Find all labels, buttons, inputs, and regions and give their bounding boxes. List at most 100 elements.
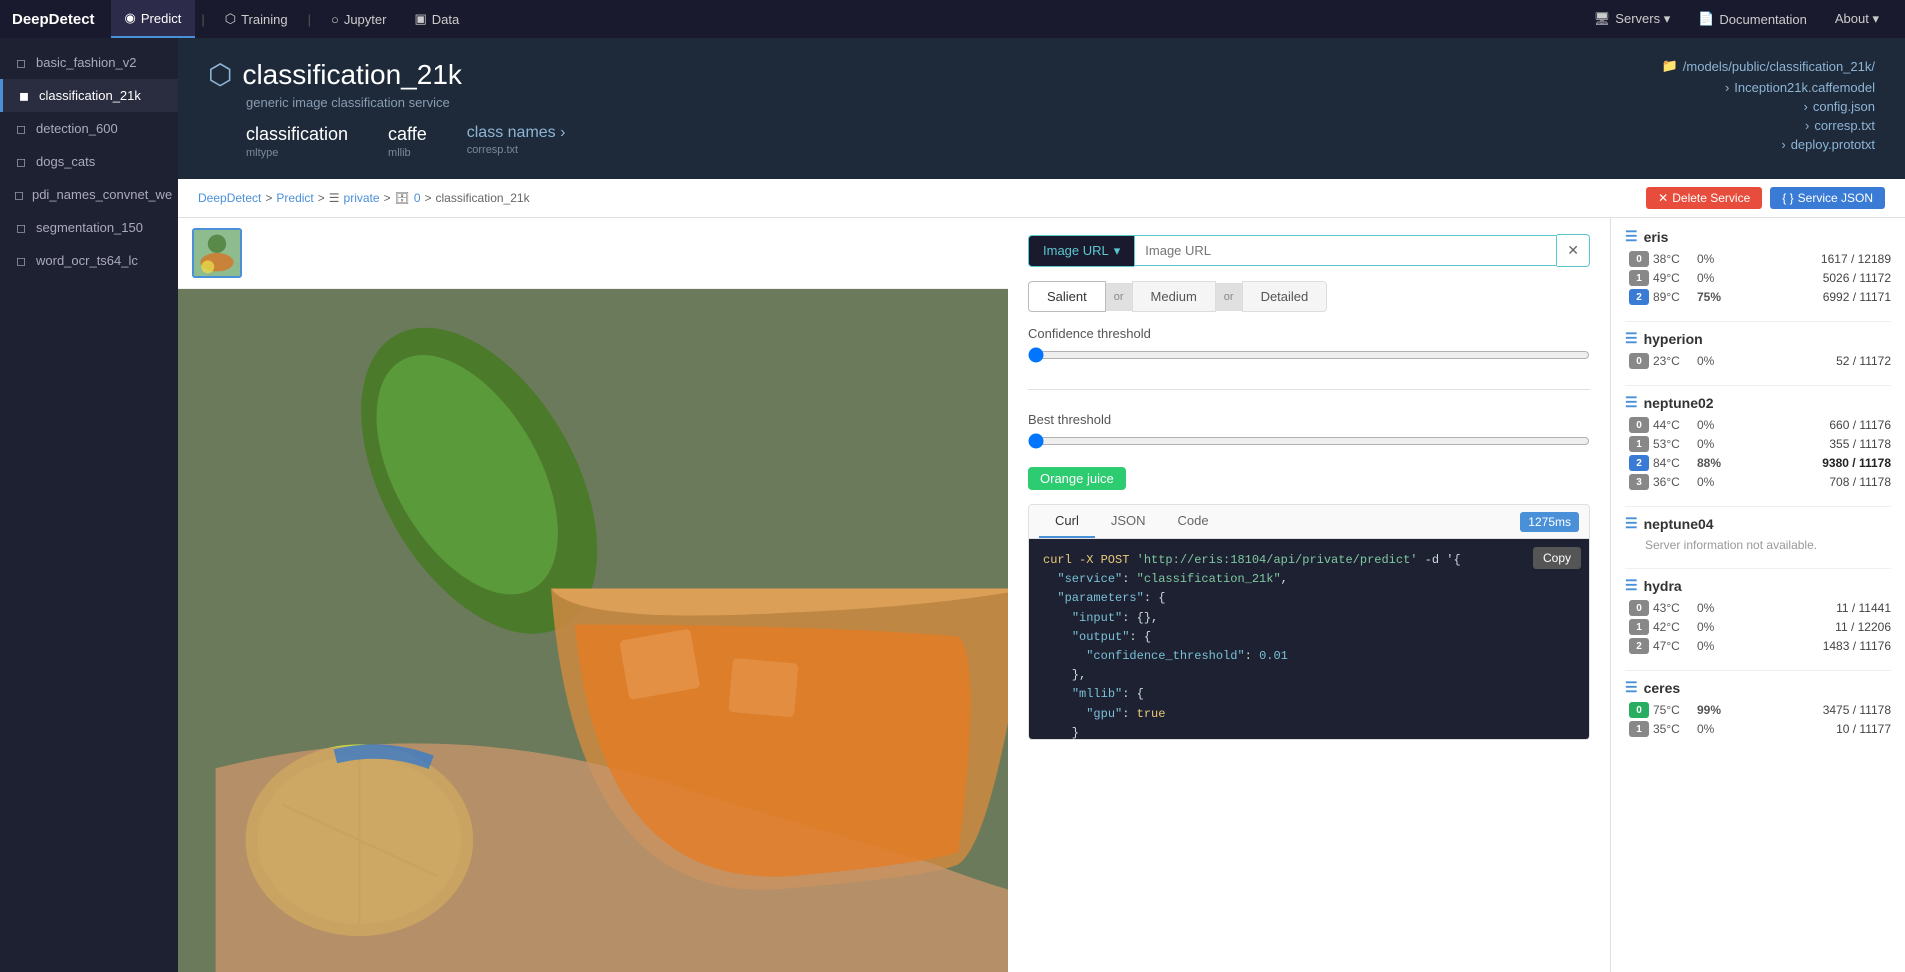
sidebar-item-dogs-cats[interactable]: ◻ dogs_cats [0,145,178,178]
server-name-hyperion: ☰ hyperion [1625,330,1891,347]
code-mllib: "mllib": { [1043,687,1144,701]
sidebar-item-basic-fashion[interactable]: ◻ basic_fashion_v2 [0,46,178,79]
sidebar-item-word-ocr[interactable]: ◻ word_ocr_ts64_lc [0,244,178,277]
gpu-util-neptune02-3: 0% [1697,475,1729,489]
result-container: Orange juice [1028,467,1590,490]
tab-code[interactable]: Code [1162,505,1225,538]
mode-medium-button[interactable]: Medium [1132,281,1216,312]
nav-servers[interactable]: 🖥 Servers ▾ [1580,0,1684,38]
mode-detailed-button[interactable]: Detailed [1242,281,1328,312]
service-file-label-2: corresp.txt [1814,118,1875,133]
gpu-mem-hydra-0: 11 / 11441 [1836,601,1891,615]
sidebar-label-detection-600: detection_600 [36,121,118,136]
tab-curl[interactable]: Curl [1039,505,1095,538]
service-file-1[interactable]: › config.json [1662,99,1875,114]
breadcrumb-zero[interactable]: 0 [414,191,421,205]
delete-service-button[interactable]: ✕ Delete Service [1646,187,1762,209]
url-clear-button[interactable]: ✕ [1557,234,1590,267]
url-type-button[interactable]: Image URL ▾ [1028,235,1134,267]
nav-training[interactable]: ⬡ Training [211,0,302,38]
code-service-key: "service": "classification_21k", [1043,572,1288,586]
sidebar-label-segmentation: segmentation_150 [36,220,143,235]
sidebar-icon-classification-21k: ◼ [17,89,31,103]
gpu-temp-hydra-1: 42°C [1653,620,1693,634]
nav-servers-label: Servers ▾ [1615,11,1670,27]
tab-json[interactable]: JSON [1095,505,1162,538]
gpu-badge-neptune02-1: 1 [1629,436,1649,452]
server-divider-3 [1625,506,1891,507]
data-icon: ▣ [414,11,426,27]
service-json-button[interactable]: { } Service JSON [1770,187,1885,209]
gpu-temp-neptune02-0: 44°C [1653,418,1693,432]
mode-salient-button[interactable]: Salient [1028,281,1106,312]
copy-button[interactable]: Copy [1533,547,1581,569]
threshold-divider [1028,389,1590,390]
mode-salient-label: Salient [1047,289,1087,304]
server-label-eris: eris [1644,229,1669,245]
file-chevron-0: › [1725,80,1729,95]
gpu-badge-hydra-1: 1 [1629,619,1649,635]
gpu-mem-eris-2: 6992 / 11171 [1823,290,1891,304]
nav-documentation[interactable]: 📄 Documentation [1684,0,1821,38]
nav-predict[interactable]: ◉ Predict [111,0,196,38]
gpu-row-neptune02-3: 3 36°C 0% 708 / 11178 [1625,474,1891,490]
gpu-temp-eris-2: 89°C [1653,290,1693,304]
sidebar-item-segmentation[interactable]: ◻ segmentation_150 [0,211,178,244]
confidence-slider[interactable] [1028,347,1590,363]
server-divider-4 [1625,568,1891,569]
predict-panel: Image URL ▾ ✕ Salient or Medium [178,218,1905,972]
food-image [178,289,1008,972]
server-divider-5 [1625,670,1891,671]
sidebar-label-word-ocr: word_ocr_ts64_lc [36,253,138,268]
file-chevron-1: › [1804,99,1808,114]
breadcrumb-service-name: classification_21k [436,191,530,205]
nav-about[interactable]: About ▾ [1821,0,1893,38]
gpu-util-hydra-2: 0% [1697,639,1729,653]
gpu-mem-neptune02-3: 708 / 11178 [1829,475,1891,489]
code-block: Copy curl -X POST 'http://eris:18104/api… [1029,539,1589,739]
breadcrumb-actions: ✕ Delete Service { } Service JSON [1646,187,1885,209]
content-area: ⬡ classification_21k generic image class… [178,38,1905,972]
gpu-util-neptune02-1: 0% [1697,437,1729,451]
sidebar-label-pdi: pdi_names_convnet_we [32,187,172,202]
code-params: "parameters": { [1043,591,1165,605]
service-file-0[interactable]: › Inception21k.caffemodel [1662,80,1875,95]
sidebar: ◻ basic_fashion_v2 ◼ classification_21k … [0,38,178,972]
gpu-badge-neptune02-3: 3 [1629,474,1649,490]
sidebar-item-detection-600[interactable]: ◻ detection_600 [0,112,178,145]
nav-data[interactable]: ▣ Data [400,0,473,38]
breadcrumb-predict[interactable]: Predict [276,191,313,205]
breadcrumb-bar: DeepDetect > Predict > ☰ private > 🗄 0 >… [178,179,1905,218]
timing-badge: 1275ms [1520,512,1579,532]
server-divider-2 [1625,385,1891,386]
best-threshold-slider[interactable] [1028,433,1590,449]
sidebar-item-pdi[interactable]: ◻ pdi_names_convnet_we [0,178,178,211]
gpu-badge-neptune02-2: 2 [1629,455,1649,471]
sidebar-item-classification-21k[interactable]: ◼ classification_21k [0,79,178,112]
breadcrumb-deepdetect[interactable]: DeepDetect [198,191,261,205]
nav-jupyter[interactable]: ○ Jupyter [317,0,401,38]
training-icon: ⬡ [225,11,236,27]
documentation-icon: 📄 [1698,11,1714,27]
gpu-badge-hydra-2: 2 [1629,638,1649,654]
url-input-field[interactable] [1134,235,1557,266]
nav-training-label: Training [241,12,287,27]
gpu-mem-ceres-0: 3475 / 11178 [1823,703,1891,717]
server-icon-hyperion: ☰ [1625,330,1638,347]
service-file-2[interactable]: › corresp.txt [1662,118,1875,133]
tab-json-label: JSON [1111,513,1146,528]
nav-sep1: | [195,12,210,27]
service-classnames-label[interactable]: class names › [467,124,566,142]
breadcrumb-private[interactable]: private [344,191,380,205]
server-group-neptune02: ☰ neptune02 0 44°C 0% 660 / 11176 1 53°C… [1625,394,1891,490]
service-mltype-value: classification [246,124,348,145]
gpu-mem-neptune02-0: 660 / 11176 [1829,418,1891,432]
gpu-util-hydra-0: 0% [1697,601,1729,615]
gpu-row-eris-0: 0 38°C 0% 1617 / 12189 [1625,251,1891,267]
service-file-3[interactable]: › deploy.prototxt [1662,137,1875,152]
delete-icon: ✕ [1658,191,1668,205]
service-title: classification_21k [242,59,461,91]
service-file-label-0: Inception21k.caffemodel [1734,80,1875,95]
predict-main-image [178,289,1008,972]
code-tab-header: Curl JSON Code 1275ms [1029,505,1589,539]
